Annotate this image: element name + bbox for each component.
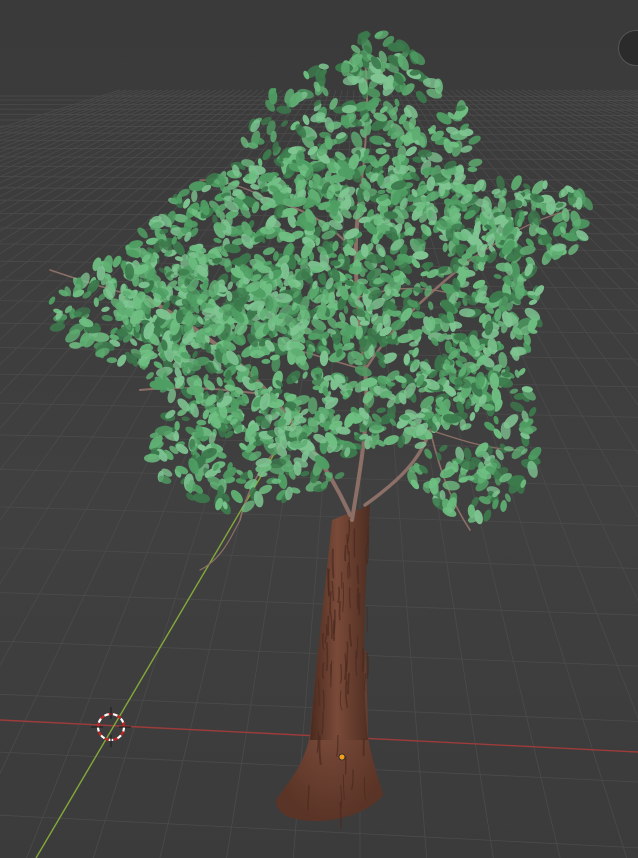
tree-foliage (48, 30, 593, 525)
3d-cursor-icon[interactable] (91, 707, 131, 747)
scene-canvas[interactable] (0, 0, 638, 858)
3d-viewport[interactable] (0, 0, 638, 858)
object-origin-icon[interactable] (338, 753, 346, 761)
